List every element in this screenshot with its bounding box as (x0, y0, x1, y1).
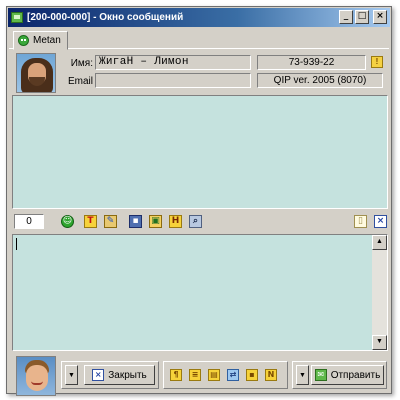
window-app-icon (11, 12, 23, 23)
send-menu-button[interactable]: ▼ (296, 365, 309, 385)
message-input[interactable]: ▲ ▼ (12, 234, 388, 351)
my-avatar[interactable] (16, 356, 56, 396)
send-button-label: Отправить (330, 369, 381, 381)
tab-label: Metan (33, 35, 61, 46)
close-icon[interactable]: × (374, 215, 387, 228)
contact-avatar[interactable] (16, 53, 56, 93)
translit-icon[interactable]: ¶ (170, 369, 182, 381)
input-scrollbar[interactable]: ▲ ▼ (372, 235, 387, 350)
chevron-down-icon: ▼ (68, 371, 75, 379)
close-button[interactable]: × Закрыть (84, 365, 155, 385)
save-icon[interactable]: ▪ (129, 215, 142, 228)
font-icon[interactable]: T (84, 215, 97, 228)
close-icon: × (92, 369, 105, 381)
scroll-down-icon[interactable]: ▼ (372, 335, 387, 350)
file-transfer-icon[interactable]: ⇄ (227, 369, 239, 381)
paint-icon[interactable]: ✎ (104, 215, 117, 228)
close-menu-button[interactable]: ▼ (65, 365, 78, 385)
close-button-label: Закрыть (108, 369, 147, 381)
phrases-icon[interactable]: ▤ (208, 369, 220, 381)
contact-icon[interactable]: ▪ (246, 369, 258, 381)
send-group: ▼ ✉ Отправить (292, 361, 387, 389)
green-alien-icon (18, 35, 29, 46)
window-title: [200-000-000] - Окно сообщений (27, 12, 184, 23)
char-counter: 0 (14, 214, 44, 229)
chevron-down-icon: ▼ (299, 371, 306, 379)
n-icon[interactable]: N (265, 369, 277, 381)
send-button[interactable]: ✉ Отправить (311, 365, 384, 385)
email-field (95, 73, 251, 88)
maximize-button[interactable]: □ (355, 10, 369, 24)
minimize-button[interactable]: _ (339, 10, 353, 24)
client-version-field: QIP ver. 2005 (8070) (257, 73, 383, 88)
name-label: Имя: (70, 58, 93, 69)
message-history[interactable] (12, 95, 388, 209)
name-field: ЖигаН – Лимон (95, 55, 251, 70)
send-icon: ✉ (314, 369, 327, 381)
contact-info-icon[interactable]: ! (371, 56, 383, 68)
image-icon[interactable]: ▣ (149, 215, 162, 228)
smile-icon[interactable]: ☺ (61, 215, 74, 228)
window-controls: _ □ × (339, 10, 387, 24)
find-icon[interactable]: ⌕ (189, 215, 202, 228)
note-icon[interactable]: ▯ (354, 215, 367, 228)
tab-contact[interactable]: Metan (13, 31, 68, 50)
text-caret (16, 238, 17, 250)
email-label: Email (67, 76, 93, 87)
action-icon-group: ¶ ≡ ▤ ⇄ ▪ N (163, 361, 288, 389)
message-window: [200-000-000] - Окно сообщений _ □ × Met… (6, 6, 392, 396)
h-icon[interactable]: H (169, 215, 182, 228)
scroll-up-icon[interactable]: ▲ (372, 235, 387, 250)
title-bar[interactable]: [200-000-000] - Окно сообщений _ □ × (8, 8, 390, 27)
close-group: ▼ × Закрыть (61, 361, 159, 389)
close-window-button[interactable]: × (373, 10, 387, 24)
quote-icon[interactable]: ≡ (189, 369, 201, 381)
tab-strip: Metan (9, 29, 389, 50)
uin-field: 73-939-22 (257, 55, 366, 70)
format-toolbar: 0 ☺ T ✎ ▪ ▣ H ⌕ ▯ × (12, 212, 388, 232)
